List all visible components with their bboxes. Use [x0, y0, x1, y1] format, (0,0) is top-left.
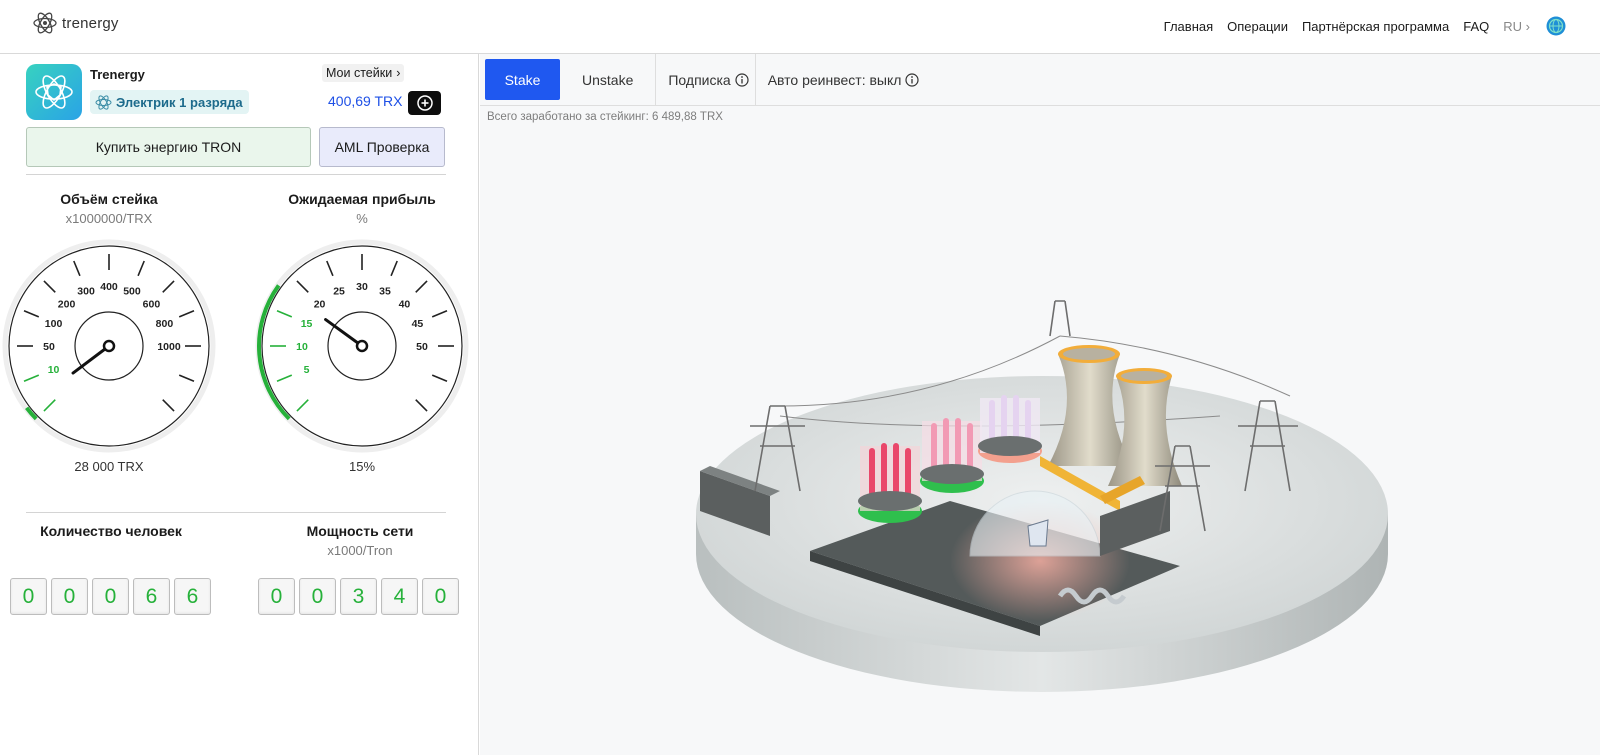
- counter-digit: 6: [133, 578, 170, 615]
- nav-operations[interactable]: Операции: [1227, 19, 1288, 34]
- tab-auto-reinvest[interactable]: Авто реинвест: выкл: [756, 54, 932, 106]
- divider: [26, 512, 446, 513]
- gauge-tick-label: 200: [58, 299, 76, 311]
- buy-energy-button[interactable]: Купить энергию TRON: [26, 127, 311, 167]
- gauge-tick-label: 5: [304, 364, 310, 376]
- main-nav: Главная Операции Партнёрская программа F…: [1164, 0, 1600, 52]
- app-avatar: [26, 64, 82, 120]
- chevron-right-icon: ›: [1525, 18, 1530, 34]
- language-switcher[interactable]: RU ›: [1503, 19, 1530, 34]
- tab-bar: Stake Unstake Подписка Авто реинвест: вы…: [480, 53, 1600, 106]
- atom-badge-icon: [95, 94, 112, 110]
- gauge-tick-label: 40: [399, 299, 411, 311]
- my-stakes-link[interactable]: Мои стейки ›: [322, 64, 405, 82]
- aml-check-button[interactable]: AML Проверка: [319, 127, 445, 167]
- counter-digit: 0: [258, 578, 295, 615]
- logo-text: trenergy: [62, 14, 119, 32]
- profit-gauge: 5 10 1520 25 30 35 4045 50: [255, 239, 469, 453]
- gauge-tick-label: 50: [43, 341, 55, 353]
- gauge-tick-label: 400: [100, 281, 118, 293]
- counter-digit: 4: [381, 578, 418, 615]
- gauge-tick-label: 45: [412, 318, 424, 330]
- gauge-tick-label: 20: [314, 299, 326, 311]
- tab-subscription-label: Подписка: [668, 71, 731, 88]
- profit-gauge-title: Ожидаемая прибыль: [288, 191, 436, 207]
- chevron-right-icon: ›: [396, 66, 401, 80]
- top-bar: trenergy Главная Операции Партнёрская пр…: [0, 0, 1600, 54]
- gauge-tick-label: 35: [379, 286, 391, 298]
- network-power-counter: 0 0 3 4 0: [258, 578, 459, 615]
- info-icon[interactable]: [905, 72, 920, 87]
- tab-subscription[interactable]: Подписка: [656, 53, 756, 106]
- counter-digit: 6: [174, 578, 211, 615]
- gauge-tick-label: 800: [156, 318, 174, 330]
- info-icon[interactable]: [735, 72, 749, 87]
- profile-name: Trenergy: [90, 67, 145, 82]
- balance-value: 400,69 TRX: [328, 93, 403, 109]
- profit-gauge-value: 15%: [348, 459, 376, 474]
- stake-gauge-unit: x1000000/TRX: [65, 211, 153, 226]
- atom-shield-icon: [35, 75, 73, 109]
- gauge-tick-label: 50: [416, 341, 428, 353]
- counter-digit: 3: [340, 578, 377, 615]
- stake-gauge-value: 28 000 TRX: [74, 459, 144, 474]
- rank-badge: Электрик 1 разряда: [90, 90, 249, 114]
- divider: [26, 174, 446, 175]
- plus-circle-icon: [416, 95, 433, 111]
- counter-digit: 0: [299, 578, 336, 615]
- people-count-title: Количество человек: [40, 523, 182, 539]
- gauge-tick-label: 300: [77, 286, 95, 298]
- gauge-tick-label: 10: [48, 364, 60, 376]
- counter-digit: 0: [92, 578, 129, 615]
- my-stakes-label: Мои стейки: [326, 66, 393, 80]
- gauge-tick-label: 600: [143, 299, 161, 311]
- gauge-tick-label: 30: [356, 281, 368, 293]
- tab-stake[interactable]: Stake: [485, 59, 560, 100]
- stake-gauge: 10 50 100 200300 400 500600 800 1000: [2, 239, 216, 453]
- logo[interactable]: trenergy: [32, 10, 119, 36]
- counter-digit: 0: [51, 578, 88, 615]
- gauge-needle-pivot: [355, 339, 369, 353]
- power-plant-illustration: [696, 300, 1388, 692]
- counter-digit: 0: [422, 578, 459, 615]
- left-panel: Trenergy Электрик 1 разряда Мои стейки ›…: [0, 54, 479, 755]
- top-up-button[interactable]: [408, 91, 441, 115]
- gauge-needle-pivot: [102, 339, 116, 353]
- tab-unstake[interactable]: Unstake: [560, 53, 657, 106]
- language-label: RU: [1503, 18, 1523, 34]
- rank-label: Электрик 1 разряда: [116, 94, 243, 110]
- profit-gauge-unit: %: [356, 211, 368, 226]
- gauge-tick-label: 100: [45, 318, 63, 330]
- nav-faq[interactable]: FAQ: [1463, 19, 1489, 34]
- counter-digit: 0: [10, 578, 47, 615]
- network-power-unit: x1000/Tron: [327, 543, 393, 558]
- gauge-tick-label: 10: [296, 341, 308, 353]
- network-power-title: Мощность сети: [306, 523, 414, 539]
- tab-auto-reinvest-label: Авто реинвест: выкл: [767, 71, 902, 88]
- gauge-tick-label: 15: [301, 318, 313, 330]
- stake-gauge-title: Объём стейка: [60, 191, 158, 207]
- gauge-tick-label: 1000: [157, 341, 181, 353]
- gauge-tick-label: 25: [333, 286, 345, 298]
- main-panel: Stake Unstake Подписка Авто реинвест: вы…: [480, 53, 1600, 755]
- avatar-globe-icon[interactable]: [1546, 16, 1566, 36]
- gauge-tick-label: 500: [123, 286, 141, 298]
- nav-home[interactable]: Главная: [1164, 19, 1213, 34]
- nav-partner-program[interactable]: Партнёрская программа: [1302, 19, 1449, 34]
- atom-logo-icon: [33, 12, 57, 34]
- people-counter: 0 0 0 6 6: [10, 578, 211, 615]
